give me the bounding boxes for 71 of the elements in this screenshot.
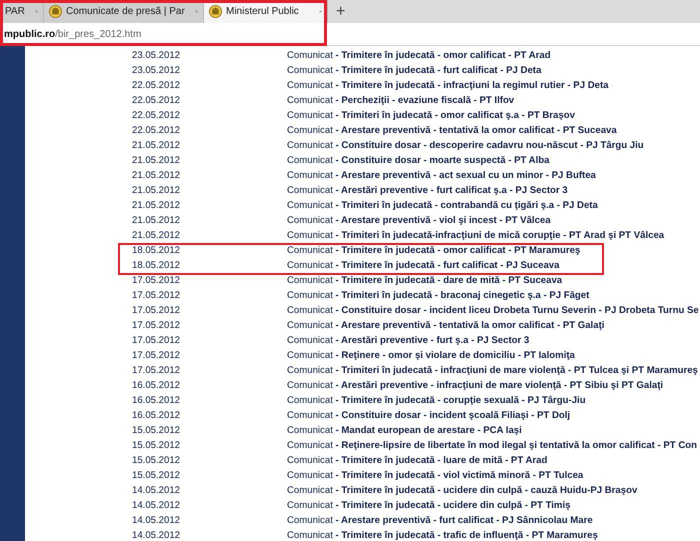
release-date: 22.05.2012 [131, 109, 182, 124]
release-date: 14.05.2012 [131, 529, 182, 541]
tab-title: PAR [5, 5, 25, 19]
address-field[interactable]: mpublic.ro/bir_pres_2012.htm [4, 26, 142, 42]
release-date: 15.05.2012 [131, 469, 182, 484]
press-release-link[interactable]: Comunicat - Trimiteri în judecată - braconaj cinegetic ş.a - PJ Făget [287, 289, 590, 304]
press-release-link[interactable]: Comunicat - Arestare preventivă - act sexual cu un minor - PJ Buftea [287, 169, 596, 184]
release-date: 15.05.2012 [131, 439, 182, 454]
press-release-link[interactable]: Comunicat - Reţinere - omor şi violare de domiciliu - PT Ialomiţa [287, 349, 575, 364]
press-release-link[interactable]: Comunicat - Arestări preventive - furt ş.a - PJ Sector 3 [287, 334, 530, 349]
release-date: 17.05.2012 [131, 304, 182, 318]
press-release-link[interactable]: Comunicat - Trimiteri în judecată - infracţiuni de mare violenţă - PT Tulcea şi PT Maramureş [287, 364, 698, 379]
release-date: 17.05.2012 [131, 349, 182, 364]
press-release-link[interactable]: Comunicat - Arestări preventive - infracţiuni de mare violenţă - PT Sibiu şi PT Galaţi [287, 379, 664, 394]
press-release-link[interactable]: Comunicat - Arestare preventivă - tentativă la omor calificat - PT Galaţi [287, 319, 604, 334]
press-release-link[interactable]: Comunicat - Arestare preventivă - viol şi incest - PT Vâlcea [287, 214, 551, 229]
press-release-link[interactable]: Comunicat - Trimitere în judecată - corupţie sexuală - PJ Târgu-Jiu [287, 394, 586, 409]
press-release-link[interactable]: Comunicat - Trimitere în judecată - furt calificat - PJ Deta [287, 64, 542, 79]
release-date: 21.05.2012 [131, 169, 182, 184]
press-release-link[interactable]: Comunicat - Trimitere în judecată - ucidere din culpă - PT Timiş [287, 499, 570, 514]
release-date: 22.05.2012 [131, 94, 182, 108]
release-date: 17.05.2012 [131, 364, 182, 378]
release-date: 23.05.2012 [131, 49, 182, 64]
release-date: 17.05.2012 [131, 319, 182, 334]
release-date: 16.05.2012 [131, 409, 182, 424]
tab-title: Comunicate de presă | Par [66, 5, 185, 19]
press-release-link[interactable]: Comunicat - Mandat european de arestare - PCA Iaşi [287, 424, 522, 439]
press-release-link[interactable]: Comunicat - Arestări preventive - furt calificat ş.a - PJ Sector 3 [287, 184, 568, 199]
release-date: 15.05.2012 [131, 454, 182, 468]
release-date: 17.05.2012 [131, 289, 182, 304]
press-release-link[interactable]: Comunicat - Trimitere în judecată - furt calificat - PJ Suceava [287, 259, 560, 274]
press-release-link[interactable]: Comunicat - Trimiteri în judecată - contrabandă cu ţigări ş.a - PJ Deta [287, 199, 598, 214]
press-release-link[interactable]: Comunicat - Trimitere în judecată - luare de mită - PT Arad [287, 454, 548, 469]
press-release-link[interactable]: Comunicat - Trimitere în judecată - omor calificat - PT Arad [287, 49, 551, 64]
press-release-link[interactable]: Comunicat - Arestare preventivă - furt calificat - PJ Sânnicolau Mare [287, 514, 593, 529]
press-release-link[interactable]: Comunicat - Trimitere în judecată - viol victimă minoră - PT Tulcea [287, 469, 584, 484]
press-release-link[interactable]: Comunicat - Trimitere în judecată - trafic de influenţă - PT Maramureş [287, 529, 598, 541]
release-date: 22.05.2012 [131, 124, 182, 138]
release-date: 21.05.2012 [131, 184, 182, 198]
release-date: 17.05.2012 [131, 334, 182, 348]
release-date: 15.05.2012 [131, 424, 182, 438]
release-date: 16.05.2012 [131, 394, 182, 408]
press-release-link[interactable]: Comunicat - Constituire dosar - incident şcoală Filiaşi - PT Dolj [287, 409, 570, 424]
press-release-link[interactable]: Comunicat - Trimiteri în judecată - omor calificat ş.a - PT Braşov [287, 109, 575, 124]
release-date: 22.05.2012 [131, 79, 182, 94]
press-release-link[interactable]: Comunicat - Constituire dosar - descoperire cadavru nou-născut - PJ Târgu Jiu [287, 139, 644, 154]
press-release-link[interactable]: Comunicat - Constituire dosar - incident liceu Drobeta Turnu Severin - PJ Drobeta Turnu Se [287, 304, 699, 319]
tab-title: Ministerul Public [226, 5, 299, 19]
press-release-link[interactable]: Comunicat - Percheziţii - evaziune fiscală - PT Ilfov [287, 94, 514, 109]
release-date: 18.05.2012 [131, 259, 182, 274]
press-release-link[interactable]: Comunicat - Reţinere-lipsire de libertate în mod ilegal şi tentativă la omor calificat - PT Con [287, 439, 697, 454]
release-date: 18.05.2012 [131, 244, 182, 258]
release-date: 23.05.2012 [131, 64, 182, 78]
release-date: 21.05.2012 [131, 154, 182, 168]
release-date: 14.05.2012 [131, 514, 182, 528]
press-release-link[interactable]: Comunicat - Arestare preventivă - tentativă la omor calificat - PT Suceava [287, 124, 617, 139]
press-release-link[interactable]: Comunicat - Trimitere în judecată - dare de mită - PT Suceava [287, 274, 562, 289]
release-date: 21.05.2012 [131, 199, 182, 214]
press-release-link[interactable]: Comunicat - Trimitere în judecată - ucidere din culpă - cauză Huidu-PJ Braşov [287, 484, 638, 499]
press-release-link[interactable]: Comunicat - Constituire dosar - moarte suspectă - PT Alba [287, 154, 550, 169]
release-date: 21.05.2012 [131, 139, 182, 154]
release-date: 14.05.2012 [131, 484, 182, 498]
press-release-link[interactable]: Comunicat - Trimitere în judecată - omor calificat - PT Maramureş [287, 244, 580, 259]
new-tab-button[interactable]: + [328, 0, 354, 23]
release-date: 17.05.2012 [131, 274, 182, 288]
press-release-link[interactable]: Comunicat - Trimiteri în judecată-infracţiuni de mică corupţie - PT Arad şi PT Vâlcea [287, 229, 664, 244]
release-date: 21.05.2012 [131, 229, 182, 244]
release-date: 16.05.2012 [131, 379, 182, 394]
release-date: 14.05.2012 [131, 499, 182, 514]
release-date: 21.05.2012 [131, 214, 182, 228]
press-release-link[interactable]: Comunicat - Trimitere în judecată - infracţiuni la regimul rutier - PJ Deta [287, 79, 608, 94]
